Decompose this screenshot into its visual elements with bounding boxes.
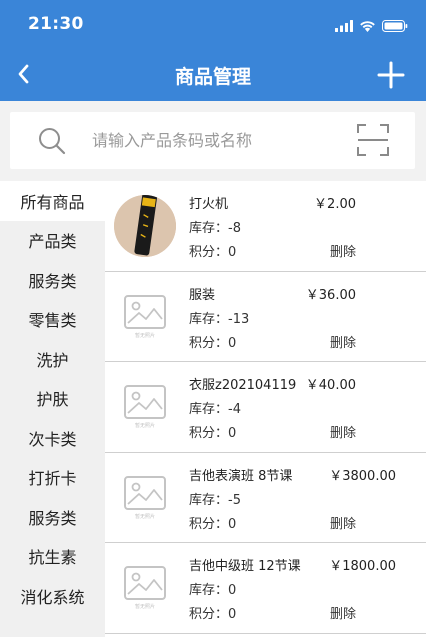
category-item[interactable]: 服务类 bbox=[0, 260, 105, 300]
product-stock: 库存：-4 bbox=[189, 402, 241, 417]
category-item[interactable]: 消化系统 bbox=[0, 576, 105, 616]
category-label: 消化系统 bbox=[20, 587, 85, 607]
category-label: 次卡类 bbox=[28, 429, 77, 449]
search-box bbox=[10, 112, 415, 169]
product-points: 积分：0 bbox=[189, 245, 237, 260]
product-price: ￥3800.00 bbox=[329, 468, 396, 484]
category-item[interactable]: 护肤 bbox=[0, 379, 105, 419]
product-stock: 库存：-5 bbox=[189, 492, 241, 508]
product-list: 打火机 ￥2.00 库存：-8 积分：0 删除 暂无照片 服装 ￥36.00 库… bbox=[105, 181, 426, 637]
delete-button[interactable]: 删除 bbox=[330, 332, 356, 351]
product-row[interactable]: 暂无照片 吉他表演班 8节课 ￥3800.00 库存：-5 积分：0 删除 bbox=[105, 453, 426, 543]
battery-icon bbox=[382, 17, 408, 36]
product-image-placeholder: 暂无照片 bbox=[114, 557, 176, 619]
category-label: 服务类 bbox=[28, 271, 77, 291]
category-label: 服务类 bbox=[28, 508, 77, 528]
image-placeholder-icon bbox=[124, 385, 166, 419]
product-price: ￥1800.00 bbox=[329, 559, 396, 574]
product-points: 积分：0 bbox=[189, 607, 237, 622]
product-name: 打火机 bbox=[189, 197, 229, 212]
category-item[interactable]: 抗生素 bbox=[0, 537, 105, 577]
product-stock: 库存：0 bbox=[189, 583, 237, 598]
category-label: 护肤 bbox=[36, 390, 69, 410]
signal-icon bbox=[335, 17, 353, 36]
category-item[interactable]: 洗护 bbox=[0, 339, 105, 379]
category-item[interactable]: 零售类 bbox=[0, 300, 105, 340]
delete-button[interactable]: 删除 bbox=[330, 422, 356, 441]
product-price: ￥36.00 bbox=[305, 287, 356, 303]
category-item[interactable]: 产品类 bbox=[0, 221, 105, 261]
category-label: 所有商品 bbox=[20, 192, 85, 212]
add-product-button[interactable] bbox=[376, 60, 406, 90]
product-points: 积分：0 bbox=[189, 426, 237, 441]
category-item-all[interactable]: 所有商品 bbox=[0, 181, 105, 221]
search-icon bbox=[37, 126, 67, 156]
page-title: 商品管理 bbox=[174, 66, 251, 88]
delete-button[interactable]: 删除 bbox=[330, 603, 356, 622]
category-label: 洗护 bbox=[36, 350, 69, 370]
app-header: 21:30 商品管理 bbox=[0, 0, 426, 101]
product-image bbox=[114, 195, 176, 257]
product-points: 积分：0 bbox=[189, 516, 237, 532]
wifi-icon bbox=[359, 17, 376, 36]
product-row[interactable]: 打火机 ￥2.00 库存：-8 积分：0 删除 bbox=[105, 181, 426, 272]
image-placeholder-caption: 暂无照片 bbox=[134, 423, 155, 429]
status-time: 21:30 bbox=[28, 14, 84, 34]
image-placeholder-icon bbox=[124, 566, 166, 600]
image-placeholder-caption: 暂无照片 bbox=[134, 513, 155, 520]
product-price: ￥40.00 bbox=[305, 378, 356, 393]
category-label: 零售类 bbox=[28, 311, 77, 331]
category-item[interactable]: 服务类 bbox=[0, 497, 105, 537]
product-image-placeholder: 暂无照片 bbox=[114, 467, 176, 529]
search-input[interactable] bbox=[92, 126, 342, 154]
product-price: ￥2.00 bbox=[314, 197, 356, 212]
product-row[interactable]: 暂无照片 衣服z202104119 ￥40.00 库存：-4 积分：0 删除 bbox=[105, 362, 426, 453]
image-placeholder-caption: 暂无照片 bbox=[134, 604, 155, 610]
nav-bar: 商品管理 bbox=[0, 48, 426, 101]
category-label: 打折卡 bbox=[28, 469, 77, 489]
category-label: 产品类 bbox=[28, 232, 77, 252]
product-row[interactable]: 暂无照片 吉他中级班 12节课 ￥1800.00 库存：0 积分：0 删除 bbox=[105, 543, 426, 634]
delete-button[interactable]: 删除 bbox=[330, 513, 356, 532]
product-name: 衣服z202104119 bbox=[189, 378, 297, 393]
search-bar bbox=[0, 101, 426, 181]
category-sidebar: 所有商品 产品类 服务类 零售类 洗护 护肤 次卡类 打折卡 服务类 抗生素 消… bbox=[0, 181, 105, 637]
image-placeholder-icon bbox=[124, 294, 166, 329]
status-bar: 21:30 bbox=[0, 0, 426, 48]
product-points: 积分：0 bbox=[189, 335, 237, 351]
product-image-placeholder: 暂无照片 bbox=[114, 376, 176, 438]
product-name: 吉他中级班 12节课 bbox=[189, 559, 301, 574]
scan-icon[interactable] bbox=[356, 123, 390, 157]
plus-icon bbox=[377, 61, 405, 89]
product-stock: 库存：-13 bbox=[189, 311, 250, 327]
product-name: 吉他表演班 8节课 bbox=[189, 468, 293, 484]
image-placeholder-icon bbox=[124, 475, 166, 510]
image-placeholder-caption: 暂无照片 bbox=[134, 332, 155, 339]
delete-button[interactable]: 删除 bbox=[330, 241, 356, 260]
product-row[interactable]: 暂无照片 服装 ￥36.00 库存：-13 积分：0 删除 bbox=[105, 272, 426, 362]
category-item[interactable]: 打折卡 bbox=[0, 458, 105, 498]
status-icons bbox=[335, 17, 408, 36]
product-image-placeholder: 暂无照片 bbox=[114, 286, 176, 348]
product-name: 服装 bbox=[189, 287, 216, 303]
category-item[interactable]: 次卡类 bbox=[0, 418, 105, 458]
category-label: 抗生素 bbox=[28, 548, 77, 568]
product-stock: 库存：-8 bbox=[189, 221, 241, 236]
